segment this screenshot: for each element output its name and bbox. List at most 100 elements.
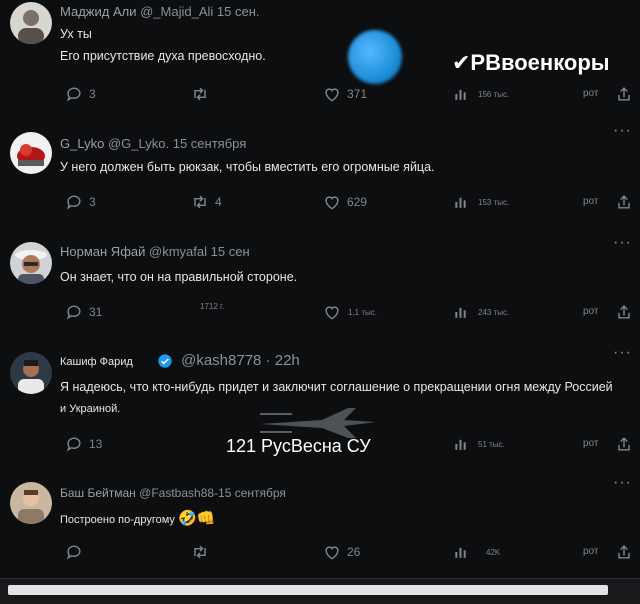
views-button[interactable]: 243 тыс. — [452, 302, 509, 322]
share-icon — [618, 305, 630, 319]
avatar[interactable] — [10, 242, 52, 284]
retweet-button[interactable] — [190, 542, 210, 562]
tweet-actions: 3 4 629 153 тыс. рот — [0, 192, 640, 216]
tweet-5[interactable]: ··· Баш Бейтман @Fastbash88-15 сентября … — [0, 470, 640, 578]
tweet-actions: 13 51 тыс. рот — [0, 434, 640, 458]
views-button[interactable]: 156 тыс. — [452, 84, 509, 104]
tweet-text-body: Построено по-другому — [60, 514, 175, 526]
like-icon — [325, 196, 339, 210]
more-options-button[interactable]: ··· — [613, 474, 632, 492]
tweet-3[interactable]: ··· Норман Яфай @kmyafal 15 сен Он знает… — [0, 230, 640, 341]
views-icon — [455, 547, 466, 558]
fist-emoji-icon: 👊 — [196, 510, 216, 527]
tweet-text-line: Я надеюсь, что кто-нибудь придет и заклю… — [60, 380, 613, 394]
share-button[interactable] — [614, 542, 634, 562]
like-button[interactable]: 1,1 тыс. — [322, 302, 377, 322]
reply-icon — [66, 545, 81, 560]
share-button[interactable] — [614, 84, 634, 104]
watermark-channel-name: ✔РВвоенкоры — [452, 50, 610, 75]
more-options-button[interactable]: ··· — [613, 234, 632, 252]
views-icon — [455, 307, 466, 318]
tweet-date[interactable]: 15 сентября — [173, 136, 247, 151]
retweet-button[interactable] — [190, 84, 215, 104]
bookmark-label[interactable]: рот — [583, 196, 598, 207]
like-button[interactable]: 26 — [322, 542, 360, 562]
share-button[interactable] — [614, 434, 634, 454]
views-button[interactable]: 51 тыс. — [452, 434, 505, 454]
reply-count: 3 — [89, 195, 96, 209]
tweet-header: Баш Бейтман @Fastbash88-15 сентября — [60, 486, 286, 500]
views-count: 51 тыс. — [478, 439, 505, 449]
author-handle[interactable]: @kmyafal — [149, 244, 207, 259]
tweet-date[interactable]: 15 сен — [211, 244, 250, 259]
reply-icon — [66, 437, 81, 452]
reply-button[interactable]: 31 — [64, 302, 102, 322]
tweet-header: Маджид Али @_Majid_Ali 15 сен. — [60, 4, 259, 19]
tweet-header: G_Lyko @G_Lyko. 15 сентября — [60, 136, 246, 151]
like-count: 1,1 тыс. — [348, 307, 377, 317]
reply-count: 31 — [89, 305, 103, 319]
like-button[interactable]: 629 — [322, 192, 367, 212]
tweet-text-line: Его присутствие духа превосходно. — [60, 49, 266, 63]
scrollbar-thumb[interactable] — [8, 585, 608, 595]
author-handle[interactable]: @_Majid_Ali — [140, 4, 213, 19]
bookmark-label[interactable]: рот — [583, 306, 598, 317]
reply-icon — [66, 305, 81, 320]
like-button[interactable]: 371 — [322, 84, 367, 104]
retweet-button[interactable]: 4 — [190, 192, 222, 212]
tweet-2[interactable]: ··· G_Lyko @G_Lyko. 15 сентября У него д… — [0, 118, 640, 231]
tweet-text: Он знает, что он на правильной стороне. — [60, 270, 298, 284]
views-button[interactable]: 42K — [452, 542, 500, 562]
tweet-1[interactable]: Маджид Али @_Majid_Ali 15 сен. Ух ты Его… — [0, 0, 640, 119]
reply-button[interactable]: 3 — [64, 84, 96, 104]
author-name[interactable]: Норман Яфай — [60, 244, 145, 259]
retweet-button[interactable]: 1712 г. — [190, 302, 224, 311]
tweet-feed: Маджид Али @_Majid_Ali 15 сен. Ух ты Его… — [0, 0, 640, 578]
like-count: 26 — [347, 545, 361, 559]
author-handle[interactable]: @G_Lyko. — [108, 136, 169, 151]
horizontal-scrollbar[interactable] — [0, 578, 640, 604]
share-icon — [618, 87, 630, 101]
author-name[interactable]: G_Lyko — [60, 136, 104, 151]
retweet-icon — [194, 545, 206, 559]
author-handle[interactable]: @Fastbash88 — [139, 486, 214, 500]
views-icon — [455, 439, 466, 450]
like-icon — [325, 546, 339, 560]
bookmark-label[interactable]: рот — [583, 546, 598, 557]
reply-button[interactable] — [64, 542, 84, 562]
reply-count: 13 — [89, 437, 103, 451]
reply-count: 3 — [89, 87, 96, 101]
share-icon — [618, 195, 630, 209]
views-count: 243 тыс. — [478, 307, 510, 317]
like-count: 629 — [347, 195, 368, 209]
share-button[interactable] — [614, 302, 634, 322]
avatar[interactable] — [10, 2, 52, 44]
retweet-count: 4 — [215, 195, 222, 209]
bookmark-label[interactable]: рот — [583, 438, 598, 449]
laughing-emoji-icon: 🤣 — [177, 510, 197, 527]
reply-button[interactable]: 13 — [64, 434, 102, 454]
bookmark-label[interactable]: рот — [583, 88, 598, 99]
more-options-button[interactable]: ··· — [613, 122, 632, 140]
avatar[interactable] — [10, 482, 52, 524]
watermark-logo-icon — [348, 30, 402, 84]
author-name[interactable]: Маджид Али — [60, 4, 136, 19]
author-name[interactable]: Баш Бейтман — [60, 486, 136, 500]
author-handle[interactable]: @kash8778 · 22h — [181, 352, 300, 369]
retweet-icon — [194, 195, 206, 209]
author-name[interactable]: Кашиф Фарид — [60, 356, 133, 368]
tweet-header: Норман Яфай @kmyafal 15 сен — [60, 244, 250, 259]
avatar[interactable] — [10, 352, 52, 394]
share-button[interactable] — [614, 192, 634, 212]
more-options-button[interactable]: ··· — [613, 344, 632, 362]
views-button[interactable]: 153 тыс. — [452, 192, 509, 212]
tweet-text: У него должен быть рюкзак, чтобы вместит… — [60, 160, 435, 174]
reply-button[interactable]: 3 — [64, 192, 96, 212]
tweet-text: Построено по-другому 🤣👊 — [60, 508, 215, 531]
tweet-date[interactable]: -15 сентября — [214, 486, 286, 500]
tweet-4[interactable]: ··· Кашиф Фарид @kash8778 · 22h Я надеюс… — [0, 340, 640, 471]
tweet-date[interactable]: 15 сен. — [217, 4, 260, 19]
avatar[interactable] — [10, 132, 52, 174]
views-icon — [455, 89, 466, 100]
views-count: 153 тыс. — [478, 197, 510, 207]
